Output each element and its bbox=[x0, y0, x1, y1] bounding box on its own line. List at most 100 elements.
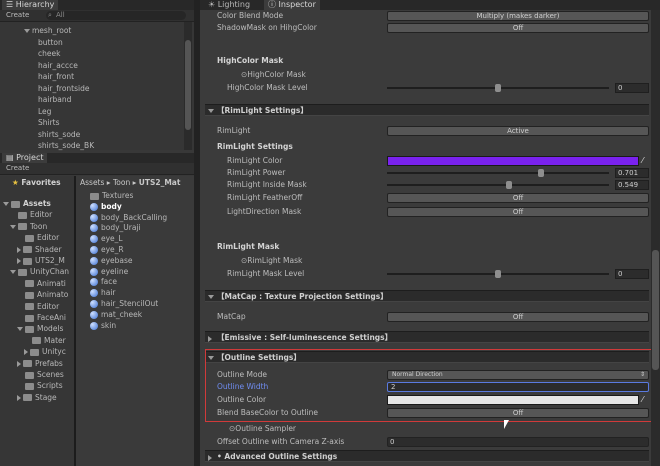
inspector-scrollbar[interactable] bbox=[651, 10, 660, 466]
rimlight-mask-texture[interactable]: ⊙RimLight Mask bbox=[241, 255, 302, 267]
chevron-right-icon[interactable] bbox=[17, 360, 21, 367]
folder-tree-item[interactable]: Scenes bbox=[17, 369, 64, 380]
folder-tree-item[interactable]: Models bbox=[17, 323, 63, 334]
project-create-button[interactable]: Create bbox=[6, 164, 29, 172]
chevron-down-icon[interactable] bbox=[3, 202, 9, 206]
tab-lighting[interactable]: ☀ Lighting bbox=[204, 0, 254, 10]
folder-tree-item[interactable]: Toon bbox=[10, 221, 47, 232]
chevron-right-icon[interactable] bbox=[24, 349, 28, 356]
asset-item[interactable]: hair bbox=[90, 287, 116, 298]
asset-item[interactable]: body bbox=[90, 201, 122, 212]
chevron-right-icon[interactable] bbox=[17, 394, 21, 401]
rimlight-mask-level-field[interactable]: 0 bbox=[615, 269, 649, 279]
folder-tree-item[interactable]: Animati bbox=[17, 278, 66, 289]
eyedropper-icon[interactable]: ⁄ bbox=[642, 156, 650, 166]
asset-item[interactable]: eyebase bbox=[90, 255, 133, 266]
folder-tree-item[interactable]: Assets bbox=[3, 198, 51, 209]
tab-inspector[interactable]: ⓘ Inspector bbox=[264, 0, 320, 10]
hierarchy-item[interactable]: mesh_root bbox=[24, 25, 71, 36]
favorites-item[interactable]: ★ Favorites bbox=[12, 177, 61, 188]
hierarchy-scroll-thumb[interactable] bbox=[185, 40, 191, 130]
folder-tree-item[interactable]: Prefabs bbox=[17, 358, 63, 369]
tab-project[interactable]: ▤ Project bbox=[2, 153, 48, 163]
inspector-scroll-thumb[interactable] bbox=[652, 250, 659, 370]
hierarchy-item[interactable]: button bbox=[38, 37, 63, 48]
chevron-right-icon[interactable] bbox=[17, 258, 21, 264]
hierarchy-item[interactable]: Shirts bbox=[38, 117, 60, 128]
asset-item[interactable]: face bbox=[90, 276, 117, 287]
asset-item[interactable]: hair_StencilOut bbox=[90, 298, 158, 309]
folder-tree-item[interactable]: UTS2_M bbox=[17, 255, 65, 266]
offset-outline-field[interactable]: 0 bbox=[387, 437, 649, 447]
rimlight-section-header[interactable]: 【RimLight Settings】 bbox=[205, 104, 649, 116]
asset-item[interactable]: body_Uraji bbox=[90, 222, 141, 233]
folder-tree-item[interactable]: Editor bbox=[10, 209, 52, 220]
color-blend-mode-button[interactable]: Multiply (makes darker) bbox=[387, 11, 649, 21]
rimlight-featheroff-button[interactable]: Off bbox=[387, 193, 649, 203]
rimlight-inside-mask-field[interactable]: 0.549 bbox=[615, 180, 649, 190]
rimlight-inside-mask-slider[interactable] bbox=[387, 181, 609, 189]
folder-tree-item[interactable]: UnityChan bbox=[10, 266, 69, 277]
folder-tree-item[interactable]: Mater bbox=[24, 335, 66, 346]
slider-thumb[interactable] bbox=[495, 84, 501, 92]
hierarchy-item[interactable]: hairband bbox=[38, 94, 71, 105]
hierarchy-item[interactable]: Leg bbox=[38, 106, 51, 117]
hierarchy-item[interactable]: cheek bbox=[38, 48, 60, 59]
lightdirection-mask-button[interactable]: Off bbox=[387, 207, 649, 217]
asset-item[interactable]: mat_cheek bbox=[90, 309, 142, 320]
hierarchy-item[interactable]: hair_front bbox=[38, 71, 74, 82]
chevron-down-icon[interactable] bbox=[17, 327, 23, 332]
breadcrumb-separator-icon: ▸ bbox=[104, 178, 113, 187]
breadcrumb-item[interactable]: Assets bbox=[80, 178, 104, 187]
hierarchy-scrollbar[interactable] bbox=[184, 22, 192, 150]
asset-item[interactable]: eyeline bbox=[90, 266, 128, 277]
chevron-right-icon[interactable] bbox=[17, 246, 21, 253]
highcolor-mask-texture[interactable]: ⊙HighColor Mask bbox=[241, 69, 306, 81]
slider-thumb[interactable] bbox=[495, 270, 501, 278]
hierarchy-item[interactable]: shirts_sode_BK bbox=[38, 140, 94, 151]
asset-item[interactable]: eye_L bbox=[90, 233, 123, 244]
project-assets-panel: Assets ▸ Toon ▸ UTS2_Mat Textures body bod… bbox=[76, 176, 194, 466]
tab-hierarchy[interactable]: ☰ Hierarchy bbox=[2, 0, 59, 10]
folder-tree-item[interactable]: Scripts bbox=[17, 380, 63, 391]
highcolor-mask-level-field[interactable]: 0 bbox=[615, 83, 649, 93]
hierarchy-icon: ☰ bbox=[6, 0, 16, 9]
folder-tree-item[interactable]: Animato bbox=[17, 289, 68, 300]
folder-tree-item[interactable]: Editor bbox=[17, 232, 59, 243]
folder-icon bbox=[25, 280, 34, 288]
rimlight-power-slider[interactable] bbox=[387, 169, 609, 177]
chevron-down-icon[interactable] bbox=[24, 29, 30, 33]
highcolor-mask-level-slider[interactable] bbox=[387, 84, 609, 92]
folder-tree-item[interactable]: Editor bbox=[17, 301, 59, 312]
matcap-section-header[interactable]: 【MatCap : Texture Projection Settings】 bbox=[205, 290, 649, 302]
asset-item[interactable]: skin bbox=[90, 320, 116, 331]
create-button[interactable]: Create bbox=[6, 11, 29, 19]
folder-icon bbox=[25, 303, 34, 311]
hierarchy-item[interactable]: hair_frontside bbox=[38, 83, 89, 94]
folder-tree-item[interactable]: FaceAni bbox=[17, 312, 66, 323]
hierarchy-item[interactable]: hair_accce bbox=[38, 60, 78, 71]
rimlight-toggle[interactable]: Active bbox=[387, 126, 649, 136]
emissive-section-header[interactable]: 【Emissive : Self-luminescence Settings】 bbox=[205, 331, 649, 343]
matcap-button[interactable]: Off bbox=[387, 312, 649, 322]
asset-item[interactable]: body_BackCalling bbox=[90, 212, 167, 223]
asset-item[interactable]: eye_R bbox=[90, 244, 124, 255]
outline-sampler-texture[interactable]: ⊙Outline Sampler bbox=[229, 423, 296, 435]
asset-item[interactable]: Textures bbox=[90, 190, 133, 201]
folder-tree-item[interactable]: Stage bbox=[17, 392, 57, 403]
breadcrumb-item[interactable]: Toon bbox=[113, 178, 130, 187]
chevron-down-icon[interactable] bbox=[10, 224, 16, 229]
shadowmask-button[interactable]: Off bbox=[387, 23, 649, 33]
hierarchy-item[interactable]: shirts_sode bbox=[38, 129, 80, 140]
rimlight-power-field[interactable]: 0.701 bbox=[615, 168, 649, 178]
advanced-outline-section-header[interactable]: • Advanced Outline Settings bbox=[205, 450, 649, 462]
chevron-down-icon[interactable] bbox=[10, 270, 16, 275]
slider-thumb[interactable] bbox=[505, 181, 512, 189]
slider-thumb[interactable] bbox=[538, 169, 545, 177]
breadcrumb-item[interactable]: UTS2_Mat bbox=[139, 178, 181, 187]
rimlight-mask-level-slider[interactable] bbox=[387, 270, 609, 278]
rimlight-color-swatch[interactable] bbox=[387, 156, 639, 166]
hierarchy-search-input[interactable]: ⌕ All bbox=[46, 11, 186, 20]
folder-tree-item[interactable]: Unityc bbox=[24, 346, 66, 357]
folder-tree-item[interactable]: Shader bbox=[17, 244, 62, 255]
